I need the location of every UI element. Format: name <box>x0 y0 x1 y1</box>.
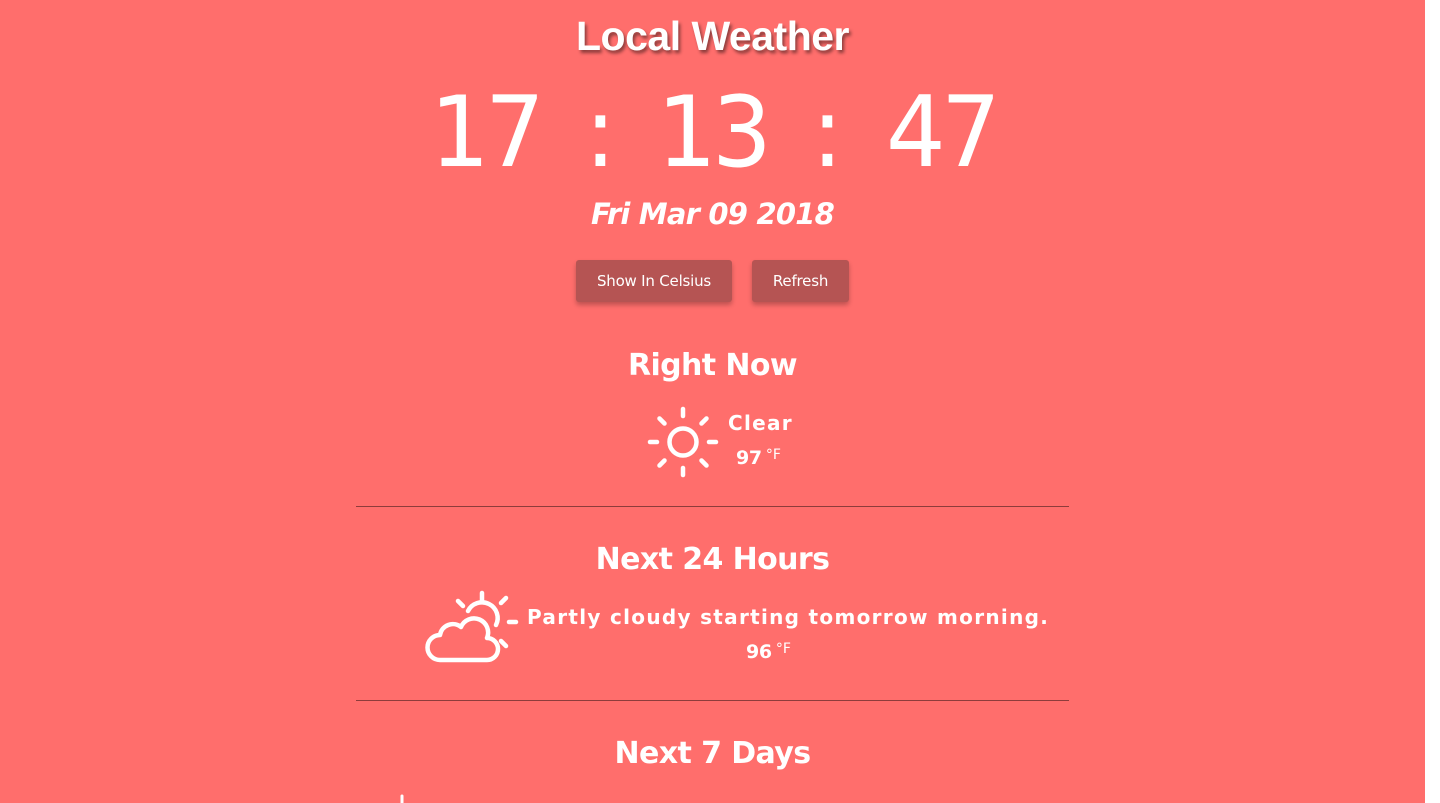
scrollbar-track[interactable] <box>1425 0 1440 803</box>
refresh-button[interactable]: Refresh <box>752 260 849 302</box>
weather-page: Local Weather 17 : 13 : 47 Fri Mar 09 20… <box>0 0 1425 803</box>
current-conditions-summary: Clear <box>728 411 793 435</box>
current-temperature: 97 °F <box>736 447 781 469</box>
next-24-hours-summary: Partly cloudy starting tomorrow morning. <box>527 605 1050 629</box>
temperature-unit: °F <box>775 641 791 657</box>
temperature-unit: °F <box>765 447 781 463</box>
clock-minutes: 13 <box>656 76 772 190</box>
current-date: Fri Mar 09 2018 <box>591 197 835 231</box>
page-title: Local Weather <box>576 13 850 59</box>
section-divider <box>356 700 1069 701</box>
next-7-days-heading: Next 7 Days <box>614 736 812 771</box>
next-24-hours-heading: Next 24 Hours <box>595 542 830 577</box>
clear-day-sun-icon <box>647 406 719 478</box>
partly-cloudy-day-icon <box>425 590 519 663</box>
section-divider <box>356 506 1069 507</box>
temperature-value: 97 <box>736 447 762 469</box>
clock-seconds: 47 <box>885 76 1001 190</box>
right-now-heading: Right Now <box>627 348 798 383</box>
clock-separator: : <box>584 76 617 190</box>
weather-icon <box>400 794 404 803</box>
clock-separator: : <box>811 76 844 190</box>
clock-hours: 17 <box>429 76 545 190</box>
next-24-hours-temperature: 96 °F <box>746 641 791 663</box>
show-in-celsius-button[interactable]: Show In Celsius <box>576 260 732 302</box>
temperature-value: 96 <box>746 641 772 663</box>
